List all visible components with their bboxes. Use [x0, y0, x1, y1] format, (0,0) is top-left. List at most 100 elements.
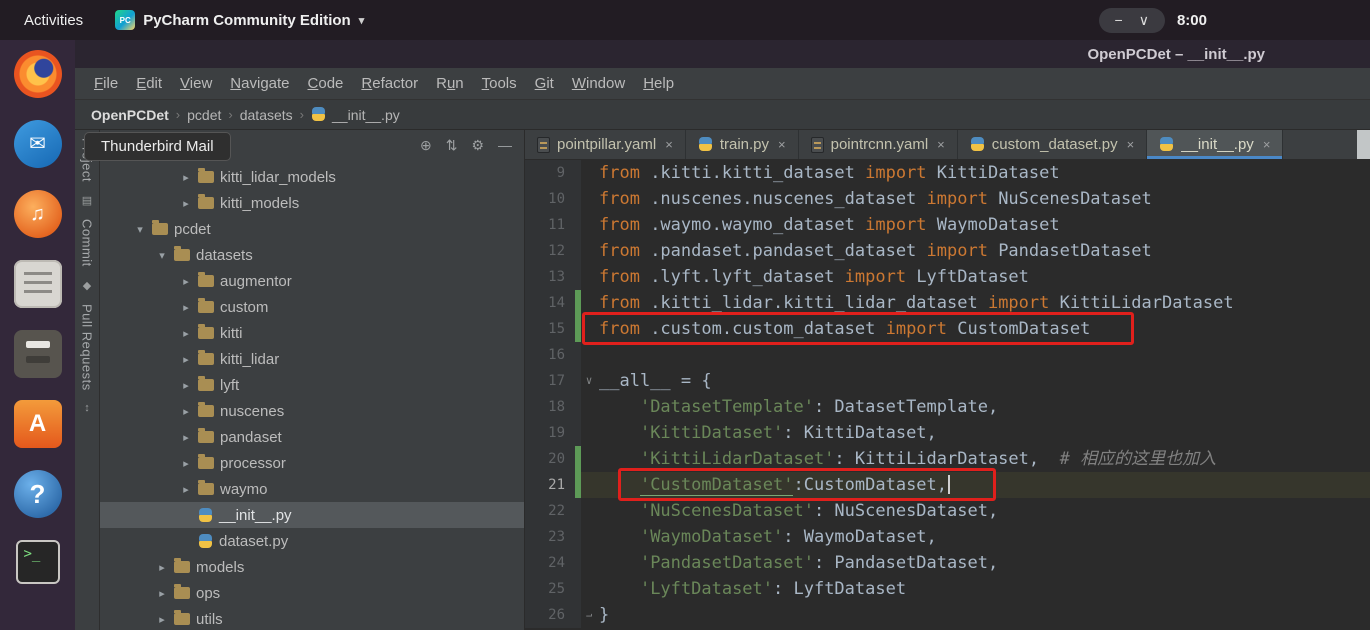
line-number[interactable]: 26	[525, 602, 575, 628]
chevron-down-icon[interactable]: ∨	[1139, 12, 1149, 29]
line-number[interactable]: 18	[525, 394, 575, 420]
app-menu-button[interactable]: PC PyCharm Community Edition ▾	[115, 10, 364, 30]
line-number[interactable]: 16	[525, 342, 575, 368]
chevron-expanded-icon[interactable]: ▾	[156, 249, 168, 262]
close-tab-icon[interactable]: ×	[1263, 137, 1271, 152]
code-line-17[interactable]: 17 ∨ __all__ = {	[525, 368, 1370, 394]
collapse-all-icon[interactable]: ⇅	[446, 137, 458, 154]
code-line-12[interactable]: 12 from .pandaset.pandaset_dataset import…	[525, 238, 1370, 264]
close-tab-icon[interactable]: ×	[778, 137, 786, 152]
firefox-icon[interactable]	[13, 50, 62, 98]
tree-item-processor[interactable]: ▸ processor	[100, 450, 524, 476]
editor-tab-init-py[interactable]: __init__.py ×	[1147, 130, 1284, 159]
activities-button[interactable]: Activities	[14, 8, 93, 33]
code-line-25[interactable]: 25 'LyftDataset': LyftDataset	[525, 576, 1370, 602]
chevron-collapsed-icon[interactable]: ▸	[180, 327, 192, 340]
chevron-collapsed-icon[interactable]: ▸	[180, 457, 192, 470]
locate-file-icon[interactable]: ⊕	[420, 137, 432, 154]
editor-tab-pointrcnn-yaml[interactable]: pointrcnn.yaml ×	[799, 130, 958, 159]
tree-item-datasets[interactable]: ▾ datasets	[100, 242, 524, 268]
menu-item-code[interactable]: Code	[299, 71, 353, 96]
line-number[interactable]: 19	[525, 420, 575, 446]
terminal-icon[interactable]: >_	[15, 540, 60, 584]
line-number[interactable]: 12	[525, 238, 575, 264]
thunderbird-icon[interactable]: ✉	[13, 120, 62, 168]
tree-item-kitti-lidar[interactable]: ▸ kitti_lidar	[100, 346, 524, 372]
line-number[interactable]: 22	[525, 498, 575, 524]
text-editor-icon[interactable]	[13, 260, 62, 308]
menu-item-git[interactable]: Git	[526, 71, 563, 96]
tree-item-kitti[interactable]: ▸ kitti	[100, 320, 524, 346]
line-number[interactable]: 20	[525, 446, 575, 472]
files-icon[interactable]	[13, 330, 62, 378]
chevron-collapsed-icon[interactable]: ▸	[180, 379, 192, 392]
code-line-13[interactable]: 13 from .lyft.lyft_dataset import LyftDat…	[525, 264, 1370, 290]
menu-item-file[interactable]: File	[85, 71, 127, 96]
close-tab-icon[interactable]: ×	[937, 137, 945, 152]
chevron-collapsed-icon[interactable]: ▸	[180, 483, 192, 496]
breadcrumb-item-pcdet[interactable]: pcdet	[187, 107, 221, 123]
tree-item-ops[interactable]: ▸ ops	[100, 580, 524, 606]
line-number[interactable]: 15	[525, 316, 575, 342]
rhythmbox-icon[interactable]: ♫	[13, 190, 62, 238]
line-number[interactable]: 9	[525, 160, 575, 186]
tree-item-custom[interactable]: ▸ custom	[100, 294, 524, 320]
tool-window-button-commit[interactable]: Commit	[80, 219, 95, 267]
breadcrumb-item-datasets[interactable]: datasets	[240, 107, 293, 123]
code-line-9[interactable]: 9 from .kitti.kitti_dataset import KittiD…	[525, 160, 1370, 186]
tree-item-init-py[interactable]: __init__.py	[100, 502, 524, 528]
editor-tab-pointpillar-yaml[interactable]: pointpillar.yaml ×	[525, 130, 686, 159]
menu-item-navigate[interactable]: Navigate	[221, 71, 298, 96]
menu-item-view[interactable]: View	[171, 71, 221, 96]
editor-tab-custom-dataset-py[interactable]: custom_dataset.py ×	[958, 130, 1148, 159]
code-line-24[interactable]: 24 'PandasetDataset': PandasetDataset,	[525, 550, 1370, 576]
breadcrumb-item-openpcdet[interactable]: OpenPCDet	[91, 107, 169, 123]
chevron-collapsed-icon[interactable]: ▸	[156, 561, 168, 574]
menu-item-edit[interactable]: Edit	[127, 71, 171, 96]
tree-item-kitti-models[interactable]: ▸ kitti_models	[100, 190, 524, 216]
code-line-11[interactable]: 11 from .waymo.waymo_dataset import Waymo…	[525, 212, 1370, 238]
tree-item-augmentor[interactable]: ▸ augmentor	[100, 268, 524, 294]
line-number[interactable]: 24	[525, 550, 575, 576]
code-line-18[interactable]: 18 'DatasetTemplate': DatasetTemplate,	[525, 394, 1370, 420]
code-line-26[interactable]: 26 ⌐}	[525, 602, 1370, 628]
code-line-10[interactable]: 10 from .nuscenes.nuscenes_dataset import…	[525, 186, 1370, 212]
chevron-collapsed-icon[interactable]: ▸	[180, 171, 192, 184]
line-number[interactable]: 25	[525, 576, 575, 602]
tree-item-utils[interactable]: ▸ utils	[100, 606, 524, 630]
chevron-collapsed-icon[interactable]: ▸	[180, 197, 192, 210]
tree-item-pandaset[interactable]: ▸ pandaset	[100, 424, 524, 450]
line-number[interactable]: 13	[525, 264, 575, 290]
tool-window-button-pull-requests[interactable]: Pull Requests	[80, 304, 95, 391]
settings-gear-icon[interactable]: ⚙	[471, 137, 484, 154]
hide-panel-icon[interactable]: —	[498, 137, 512, 153]
close-tab-icon[interactable]: ×	[665, 137, 673, 152]
clock[interactable]: 8:00	[1177, 12, 1207, 29]
tree-item-lyft[interactable]: ▸ lyft	[100, 372, 524, 398]
tree-item-nuscenes[interactable]: ▸ nuscenes	[100, 398, 524, 424]
line-number[interactable]: 14	[525, 290, 575, 316]
tree-item-dataset-py[interactable]: dataset.py	[100, 528, 524, 554]
menu-item-tools[interactable]: Tools	[473, 71, 526, 96]
pycharm-title-bar[interactable]: OpenPCDet – __init__.py	[75, 40, 1370, 68]
code-line-19[interactable]: 19 'KittiDataset': KittiDataset,	[525, 420, 1370, 446]
line-number[interactable]: 10	[525, 186, 575, 212]
editor-tab-train-py[interactable]: train.py ×	[686, 130, 799, 159]
tree-item-kitti-lidar-models[interactable]: ▸ kitti_lidar_models	[100, 164, 524, 190]
menu-item-refactor[interactable]: Refactor	[352, 71, 427, 96]
chevron-collapsed-icon[interactable]: ▸	[180, 431, 192, 444]
help-icon[interactable]: ?	[13, 470, 62, 518]
menu-item-window[interactable]: Window	[563, 71, 634, 96]
code-line-22[interactable]: 22 'NuScenesDataset': NuScenesDataset,	[525, 498, 1370, 524]
line-number[interactable]: 11	[525, 212, 575, 238]
chevron-collapsed-icon[interactable]: ▸	[156, 587, 168, 600]
tree-item-pcdet[interactable]: ▾ pcdet	[100, 216, 524, 242]
chevron-expanded-icon[interactable]: ▾	[134, 223, 146, 236]
chevron-collapsed-icon[interactable]: ▸	[180, 353, 192, 366]
chevron-collapsed-icon[interactable]: ▸	[180, 275, 192, 288]
breadcrumb-item-init-py[interactable]: __init__.py	[311, 107, 400, 123]
chevron-collapsed-icon[interactable]: ▸	[180, 405, 192, 418]
ubuntu-software-icon[interactable]: A	[13, 400, 62, 448]
line-number[interactable]: 21	[525, 472, 575, 498]
code-line-23[interactable]: 23 'WaymoDataset': WaymoDataset,	[525, 524, 1370, 550]
